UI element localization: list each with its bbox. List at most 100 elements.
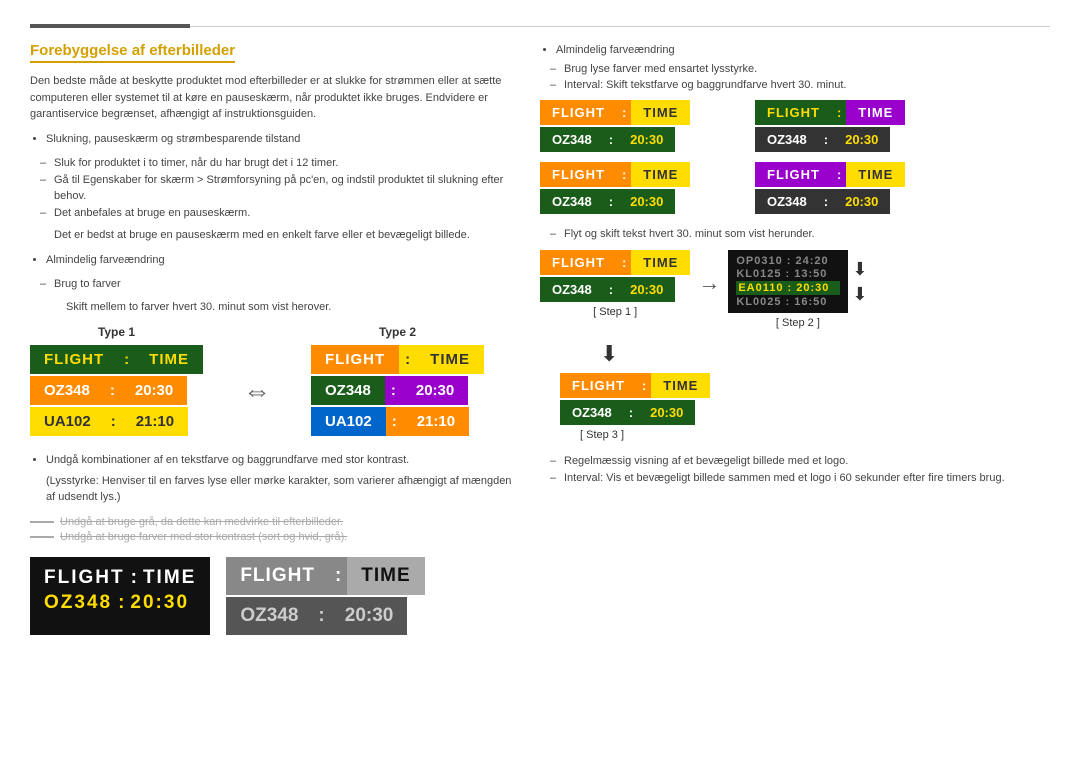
dash-1a: Sluk for produktet i to timer, når du ha…	[54, 155, 520, 172]
t1-row2-time: 21:10	[122, 407, 188, 436]
t2-row1-dot: :	[385, 376, 402, 405]
t2-row1-time: 20:30	[402, 376, 468, 405]
mb1-r-time: 20:30	[618, 127, 675, 152]
t1-row1-dot: :	[104, 376, 121, 405]
mb2-r-flight: OZ348	[755, 127, 819, 152]
step1-label: [ Step 1 ]	[593, 306, 637, 318]
s3-r-dot: :	[624, 400, 638, 425]
dash-1c2: Det er bedst at bruge en pauseskærm med …	[54, 227, 520, 244]
s1-h-time: TIME	[631, 250, 690, 275]
arrow-step-icon: →	[698, 270, 720, 296]
mb1-h-dot: :	[617, 100, 631, 125]
mb4-r-flight: OZ348	[755, 189, 819, 214]
scroll-arrows: ⬇ ⬇	[852, 250, 867, 313]
s1-h-flight: FLIGHT	[540, 250, 617, 275]
step1-block: FLIGHT : TIME OZ348 : 20:30 [ Step 1 ]	[540, 250, 690, 318]
mb4-r-time: 20:30	[833, 189, 890, 214]
type2-label: Type 2	[379, 325, 416, 339]
mb3-r-dot: :	[604, 189, 618, 214]
right-column: Almindelig farveændring Brug lyse farver…	[540, 42, 1050, 635]
t1-header-dot: :	[118, 345, 135, 374]
right-bullet-main: Almindelig farveændring	[556, 42, 1050, 59]
top-line-divider	[190, 26, 1050, 27]
bb-row-time: 20:30	[130, 592, 189, 614]
bb-row-dot: :	[118, 592, 124, 614]
bg-header-time: TIME	[347, 557, 424, 595]
divider-1	[30, 521, 54, 523]
mb4-h-dot: :	[832, 162, 846, 187]
bb-header-time: TIME	[143, 567, 196, 589]
t1-row2-flight: UA102	[30, 407, 105, 436]
mb3-h-time: TIME	[631, 162, 690, 187]
right-dash-2: Interval: Skift tekstfarve og baggrundfa…	[564, 77, 1050, 94]
mb4-h-time: TIME	[846, 162, 905, 187]
type2-board: FLIGHT : TIME OZ348 : 20:30 UA102 : 21	[311, 345, 484, 436]
left-column: Forebyggelse af efterbilleder Den bedste…	[30, 42, 520, 635]
bullet-3-sub: (Lysstyrke: Henviser til en farves lyse …	[46, 473, 520, 506]
bb-header-dot: :	[131, 567, 137, 589]
t1-row2-dot: :	[105, 407, 122, 436]
s3-r-flight: OZ348	[560, 400, 624, 425]
s1-r-dot: :	[604, 277, 618, 302]
s1-r-flight: OZ348	[540, 277, 604, 302]
mb3-h-dot: :	[617, 162, 631, 187]
step2-block: OP0310 : 24:20 KL0125 : 13:50 EA0110 : 2…	[728, 250, 867, 329]
step3-block: FLIGHT : TIME OZ348 : 20:30 [ Step 3 ]	[560, 373, 1050, 441]
mb4-h-flight: FLIGHT	[755, 162, 832, 187]
s3-r-time: 20:30	[638, 400, 695, 425]
bottom-board-black: FLIGHT : TIME OZ348 : 20:30	[30, 557, 210, 635]
mini-board-4: FLIGHT : TIME OZ348 : 20:30	[755, 162, 960, 214]
scroll-row-4: KL0025 : 16:50	[736, 296, 840, 308]
right-dash-1: Brug lyse farver med ensartet lysstyrke.	[564, 61, 1050, 78]
dash-logo2: Interval: Vis et bevægeligt billede samm…	[564, 470, 1050, 487]
arrow-down-1: ⬇	[852, 259, 867, 280]
arrow-down-step3: ⬇	[600, 341, 618, 367]
s3-h-time: TIME	[651, 373, 710, 398]
bottom-board-gray: FLIGHT : TIME OZ348 : 20:30	[226, 557, 424, 635]
mb4-r-dot: :	[819, 189, 833, 214]
s1-h-dot: :	[617, 250, 631, 275]
t2-header-time: TIME	[416, 345, 484, 374]
bg-row-flight: OZ348	[226, 597, 312, 635]
step2-label: [ Step 2 ]	[776, 317, 820, 329]
mini-board-2: FLIGHT : TIME OZ348 : 20:30	[755, 100, 960, 152]
mb1-r-dot: :	[604, 127, 618, 152]
s3-h-flight: FLIGHT	[560, 373, 637, 398]
t2-row1-flight: OZ348	[311, 376, 385, 405]
bb-row-flight: OZ348	[44, 592, 112, 614]
mini-board-1: FLIGHT : TIME OZ348 : 20:30	[540, 100, 745, 152]
bg-header-flight: FLIGHT	[226, 557, 329, 595]
section-title: Forebyggelse af efterbilleder	[30, 42, 235, 63]
t2-row2-dot: :	[386, 407, 403, 436]
bullet-item-1: Slukning, pauseskærm og strømbesparende …	[46, 131, 520, 148]
t2-header-dot: :	[399, 345, 416, 374]
type1-board: FLIGHT : TIME OZ348 : 20:30 UA102 : 21	[30, 345, 203, 436]
mb3-r-flight: OZ348	[540, 189, 604, 214]
t2-header-flight: FLIGHT	[311, 345, 399, 374]
mb2-h-flight: FLIGHT	[755, 100, 832, 125]
dash-2a2: Skift mellem to farver hvert 30. minut s…	[66, 299, 520, 316]
warning-text-1: Undgå at bruge grå, da dette kan medvirk…	[60, 516, 343, 528]
bb-header-flight: FLIGHT	[44, 567, 125, 589]
t1-row1-flight: OZ348	[30, 376, 104, 405]
arrow-swap-icon: ⇔	[243, 375, 271, 407]
type1-block: Type 1 FLIGHT : TIME OZ348 : 20:30	[30, 325, 203, 436]
arrow-down-2: ⬇	[852, 284, 867, 305]
mb3-r-time: 20:30	[618, 189, 675, 214]
t2-row2-time: 21:10	[403, 407, 469, 436]
divider-2	[30, 536, 54, 538]
dash-1c: Det anbefales at bruge en pauseskærm.	[54, 205, 520, 222]
dash-scroll-text: Flyt og skift tekst hvert 30. minut som …	[564, 226, 1050, 243]
bullet-item-2: Almindelig farveændring	[46, 252, 520, 269]
mini-board-3: FLIGHT : TIME OZ348 : 20:30	[540, 162, 745, 214]
t1-header-time: TIME	[135, 345, 203, 374]
mb1-r-flight: OZ348	[540, 127, 604, 152]
top-line-accent	[30, 24, 190, 28]
mb3-h-flight: FLIGHT	[540, 162, 617, 187]
mb2-r-time: 20:30	[833, 127, 890, 152]
mb2-r-dot: :	[819, 127, 833, 152]
scroll-row-1: OP0310 : 24:20	[736, 255, 840, 267]
mb1-h-flight: FLIGHT	[540, 100, 617, 125]
scroll-row-2: KL0125 : 13:50	[736, 268, 840, 280]
bg-header-dot: :	[329, 557, 347, 595]
